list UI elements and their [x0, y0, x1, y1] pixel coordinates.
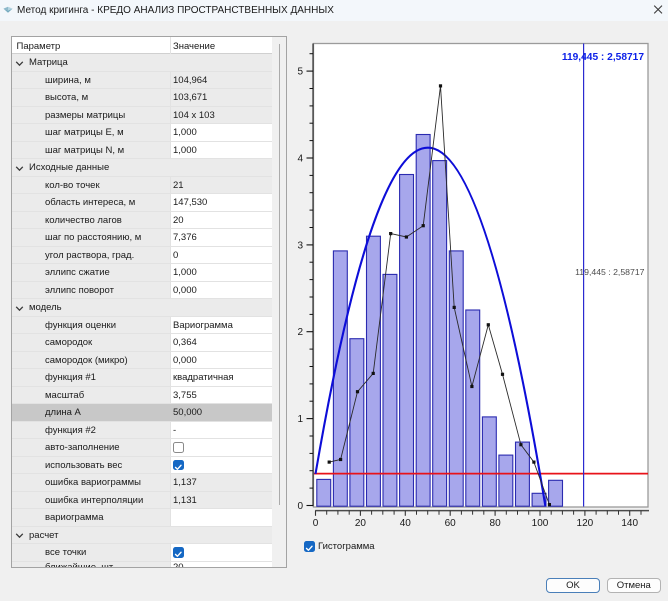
svg-text:120: 120	[577, 518, 594, 529]
svg-text:5: 5	[297, 67, 303, 78]
svg-text:100: 100	[532, 518, 549, 529]
svg-text:60: 60	[445, 518, 457, 529]
svg-text:0: 0	[297, 501, 303, 512]
svg-text:80: 80	[490, 518, 502, 529]
svg-text:2: 2	[297, 327, 303, 338]
svg-text:119,445 : 2,58717: 119,445 : 2,58717	[575, 267, 645, 277]
svg-text:40: 40	[400, 518, 412, 529]
svg-text:4: 4	[297, 154, 303, 165]
svg-text:3: 3	[297, 240, 303, 251]
svg-text:140: 140	[621, 518, 638, 529]
svg-text:20: 20	[355, 518, 367, 529]
svg-text:0: 0	[313, 518, 319, 529]
svg-text:119,445 : 2,58717: 119,445 : 2,58717	[562, 52, 644, 63]
svg-text:1: 1	[297, 414, 303, 425]
